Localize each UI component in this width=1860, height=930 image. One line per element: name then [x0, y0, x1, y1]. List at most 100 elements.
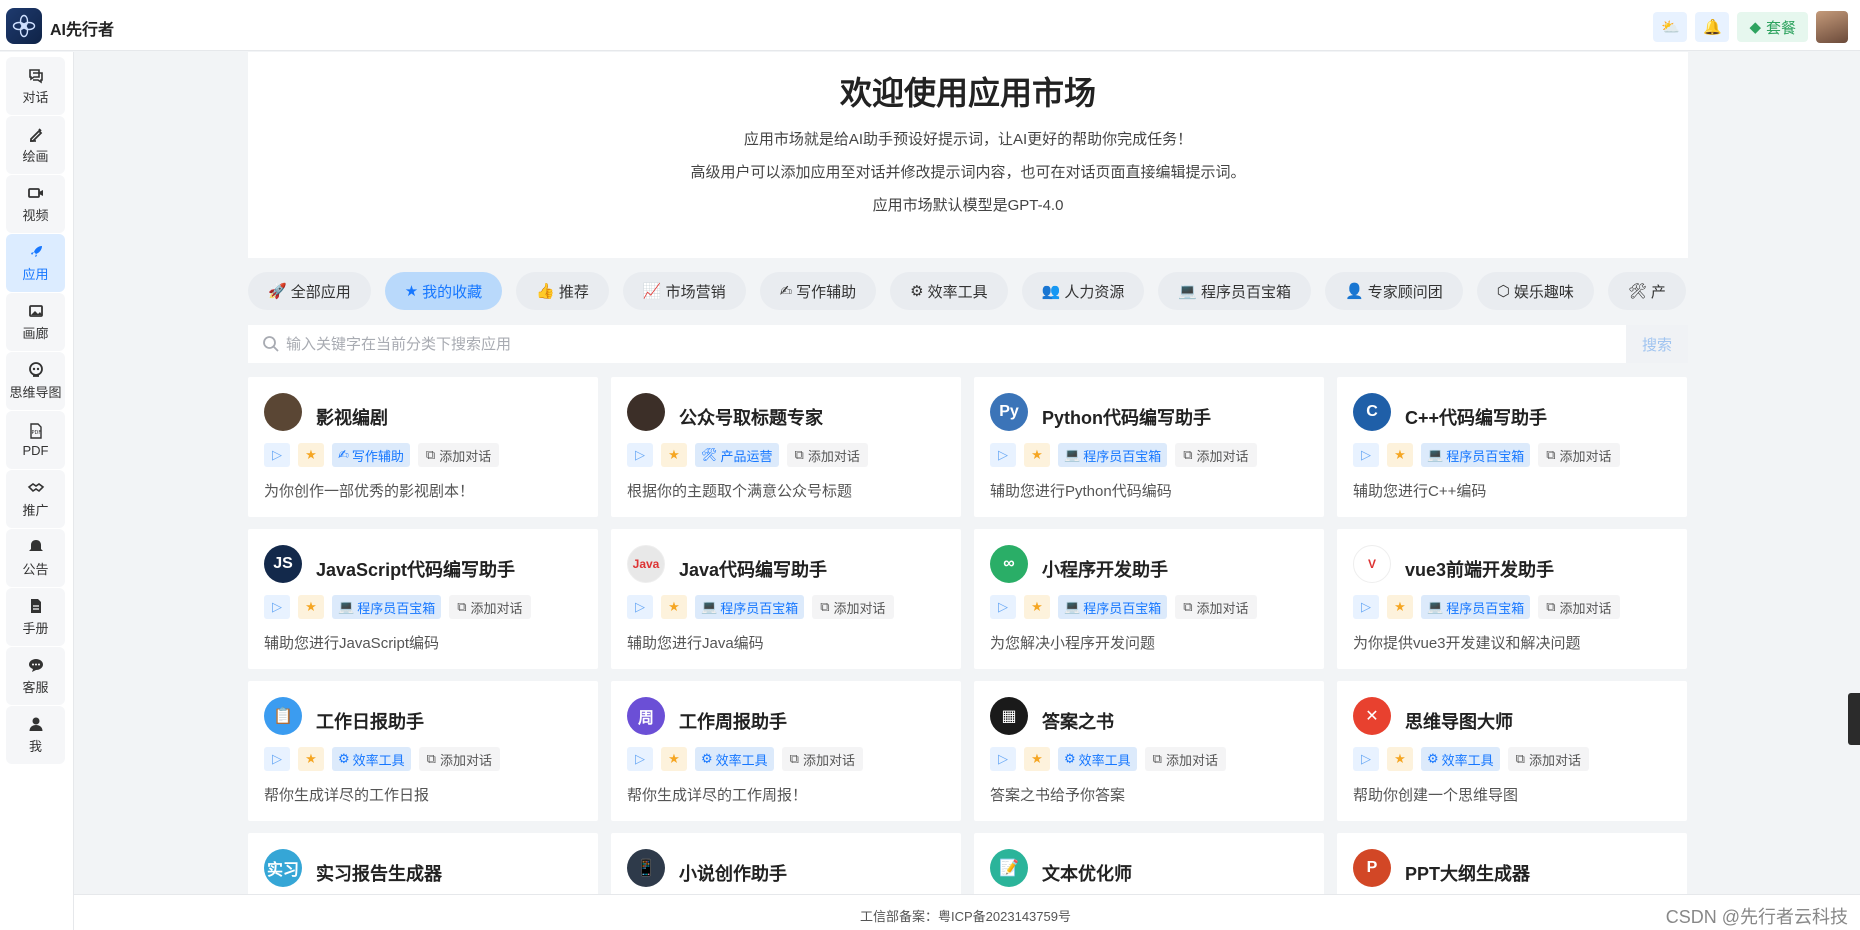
- watermark: CSDN @先行者云科技: [1665, 907, 1848, 927]
- add-to-chat-button[interactable]: ⧉ 添加对话: [1175, 595, 1257, 619]
- favorite-button[interactable]: ★: [1387, 747, 1413, 771]
- category-tag[interactable]: ⚙ 效率工具: [695, 747, 774, 771]
- sidebar-item-announcement[interactable]: 公告: [6, 529, 65, 587]
- app-card[interactable]: Vvue3前端开发助手 ▷ ★ 💻 程序员百宝箱 ⧉ 添加对话 为你提供vue3开发建议和解决…: [1337, 529, 1687, 669]
- run-button[interactable]: ▷: [990, 443, 1016, 467]
- card-actions: ▷ ★ ⚙ 效率工具 ⧉ 添加对话: [990, 747, 1226, 771]
- add-to-chat-button[interactable]: ⧉ 添加对话: [1538, 443, 1620, 467]
- floating-side-handle[interactable]: [1848, 693, 1860, 745]
- category-tab[interactable]: 🚀 全部应用: [248, 272, 371, 310]
- add-to-chat-button[interactable]: ⧉ 添加对话: [812, 595, 894, 619]
- add-to-chat-button[interactable]: ⧉ 添加对话: [786, 443, 868, 467]
- favorite-button[interactable]: ★: [661, 747, 687, 771]
- weather-button[interactable]: ⛅: [1653, 12, 1688, 42]
- category-tab[interactable]: 👍 推荐: [516, 272, 609, 310]
- category-tab[interactable]: 📈 市场营销: [622, 272, 746, 310]
- add-to-chat-button[interactable]: ⧉ 添加对话: [449, 595, 531, 619]
- favorite-button[interactable]: ★: [298, 747, 324, 771]
- app-card[interactable]: 📋 工作日报助手 ▷ ★ ⚙ 效率工具 ⧉ 添加对话 帮你生成详尽的工作日报: [248, 681, 598, 821]
- rocket-icon: [30, 246, 42, 257]
- search-button[interactable]: 搜索: [1626, 325, 1688, 363]
- app-card[interactable]: Py Python代码编写助手 ▷ ★ 💻 程序员百宝箱 ⧉ 添加对话 辅助您进行Python代…: [974, 377, 1324, 517]
- category-tab[interactable]: ✍ 写作辅助: [759, 272, 877, 310]
- favorite-button[interactable]: ★: [298, 443, 324, 467]
- app-card[interactable]: 周 工作周报助手 ▷ ★ ⚙ 效率工具 ⧉ 添加对话 帮你生成详尽的工作周报！: [611, 681, 961, 821]
- sidebar-item-chat[interactable]: 对话: [6, 57, 65, 115]
- plan-button[interactable]: ◆ 套餐: [1737, 12, 1808, 42]
- category-tab[interactable]: ⬡ 娱乐趣味: [1476, 272, 1594, 310]
- add-to-chat-button[interactable]: ⧉ 添加对话: [1175, 443, 1257, 467]
- app-card[interactable]: C C++代码编写助手 ▷ ★ 💻 程序员百宝箱 ⧉ 添加对话 辅助您进行C++编码: [1337, 377, 1687, 517]
- add-to-chat-button[interactable]: ⧉ 添加对话: [418, 747, 500, 771]
- category-tag-label: 程序员百宝箱: [1446, 448, 1525, 464]
- category-tag[interactable]: ⚙ 效率工具: [1421, 747, 1500, 771]
- run-button[interactable]: ▷: [627, 747, 653, 771]
- sidebar-item-manual[interactable]: 手册: [6, 588, 65, 646]
- category-tag[interactable]: 💻 程序员百宝箱: [695, 595, 805, 619]
- notification-button[interactable]: 🔔: [1695, 12, 1730, 42]
- run-button[interactable]: ▷: [1353, 595, 1379, 619]
- run-button[interactable]: ▷: [1353, 747, 1379, 771]
- app-card[interactable]: 影视编剧 ▷ ★ ✍ 写作辅助 ⧉ 添加对话 为你创作一部优秀的影视剧本！: [248, 377, 598, 517]
- category-icon: ★: [404, 283, 419, 300]
- category-tab[interactable]: 👤 专家顾问团: [1325, 272, 1463, 310]
- category-tab[interactable]: 👥 人力资源: [1021, 272, 1145, 310]
- run-button[interactable]: ▷: [990, 747, 1016, 771]
- category-tag[interactable]: 🛠 产品运营: [695, 443, 779, 467]
- run-button[interactable]: ▷: [264, 747, 290, 771]
- app-card[interactable]: ∞ 小程序开发助手 ▷ ★ 💻 程序员百宝箱 ⧉ 添加对话 为您解决小程序开发问题: [974, 529, 1324, 669]
- category-tab[interactable]: 🛠 产: [1607, 272, 1686, 310]
- sidebar-item-label: 绘画: [22, 149, 49, 164]
- category-tag[interactable]: 💻 程序员百宝箱: [1058, 595, 1168, 619]
- add-to-chat-button[interactable]: ⧉ 添加对话: [417, 443, 500, 467]
- run-button[interactable]: ▷: [627, 595, 653, 619]
- category-tag[interactable]: ✍ 写作辅助: [332, 443, 410, 467]
- sidebar-item-apps[interactable]: 应用: [6, 234, 65, 292]
- run-button[interactable]: ▷: [264, 443, 290, 467]
- run-button[interactable]: ▷: [264, 595, 290, 619]
- favorite-button[interactable]: ★: [661, 443, 687, 467]
- category-tag[interactable]: 💻 程序员百宝箱: [332, 595, 442, 619]
- favorite-button[interactable]: ★: [1024, 595, 1050, 619]
- category-tab[interactable]: ★ 我的收藏: [384, 272, 503, 310]
- category-tag[interactable]: 💻 程序员百宝箱: [1421, 443, 1531, 467]
- add-to-chat-button[interactable]: ⧉ 添加对话: [781, 747, 863, 771]
- sidebar-item-pdf[interactable]: PDF PDF: [6, 411, 65, 469]
- favorite-button[interactable]: ★: [1024, 747, 1050, 771]
- app-icon-glyph: 实习: [266, 862, 299, 879]
- run-button[interactable]: ▷: [627, 443, 653, 467]
- video-icon: [27, 188, 43, 198]
- favorite-button[interactable]: ★: [661, 595, 687, 619]
- add-to-chat-button[interactable]: ⧉ 添加对话: [1538, 595, 1620, 619]
- app-card[interactable]: ✕ 思维导图大师 ▷ ★ ⚙ 效率工具 ⧉ 添加对话 帮助你创建一个思维导图: [1337, 681, 1687, 821]
- category-tab[interactable]: 💻 程序员百宝箱: [1158, 272, 1312, 310]
- search-input[interactable]: [286, 335, 1626, 353]
- sidebar-item-draw[interactable]: 绘画: [6, 116, 65, 174]
- sidebar-item-promote[interactable]: 推广: [6, 470, 65, 528]
- run-button[interactable]: ▷: [1353, 443, 1379, 467]
- category-tag[interactable]: 💻 程序员百宝箱: [1421, 595, 1531, 619]
- sidebar-item-mindmap[interactable]: 思维导图: [6, 352, 65, 410]
- add-to-chat-button[interactable]: ⧉ 添加对话: [1507, 747, 1589, 771]
- category-tag[interactable]: ⚙ 效率工具: [332, 747, 411, 771]
- add-to-chat-button[interactable]: ⧉ 添加对话: [1144, 747, 1226, 771]
- app-card[interactable]: Java Java代码编写助手 ▷ ★ 💻 程序员百宝箱 ⧉ 添加对话 辅助您进行Java编码: [611, 529, 961, 669]
- category-tab[interactable]: ⚙ 效率工具: [890, 272, 1008, 310]
- category-tag[interactable]: 💻 程序员百宝箱: [1058, 443, 1168, 467]
- user-avatar[interactable]: [1816, 11, 1848, 43]
- icp-record[interactable]: 工信部备案：粤ICP备2023143759号: [860, 906, 1071, 925]
- favorite-button[interactable]: ★: [298, 595, 324, 619]
- run-button[interactable]: ▷: [990, 595, 1016, 619]
- app-card[interactable]: 公众号取标题专家 ▷ ★ 🛠 产品运营 ⧉ 添加对话 根据你的主题取个满意公众号标题: [611, 377, 961, 517]
- favorite-button[interactable]: ★: [1387, 595, 1413, 619]
- category-tag[interactable]: ⚙ 效率工具: [1058, 747, 1137, 771]
- favorite-button[interactable]: ★: [1387, 443, 1413, 467]
- app-card[interactable]: JS JavaScript代码编写助手 ▷ ★ 💻 程序员百宝箱 ⧉ 添加对话 辅助您进行Jav…: [248, 529, 598, 669]
- sidebar-item-me[interactable]: 我: [6, 706, 65, 764]
- app-card[interactable]: ▦ 答案之书 ▷ ★ ⚙ 效率工具 ⧉ 添加对话 答案之书给予你答案: [974, 681, 1324, 821]
- app-logo[interactable]: [6, 8, 42, 44]
- sidebar-item-gallery[interactable]: 画廊: [6, 293, 65, 351]
- favorite-button[interactable]: ★: [1024, 443, 1050, 467]
- sidebar-item-support[interactable]: 客服: [6, 647, 65, 705]
- sidebar-item-video[interactable]: 视频: [6, 175, 65, 233]
